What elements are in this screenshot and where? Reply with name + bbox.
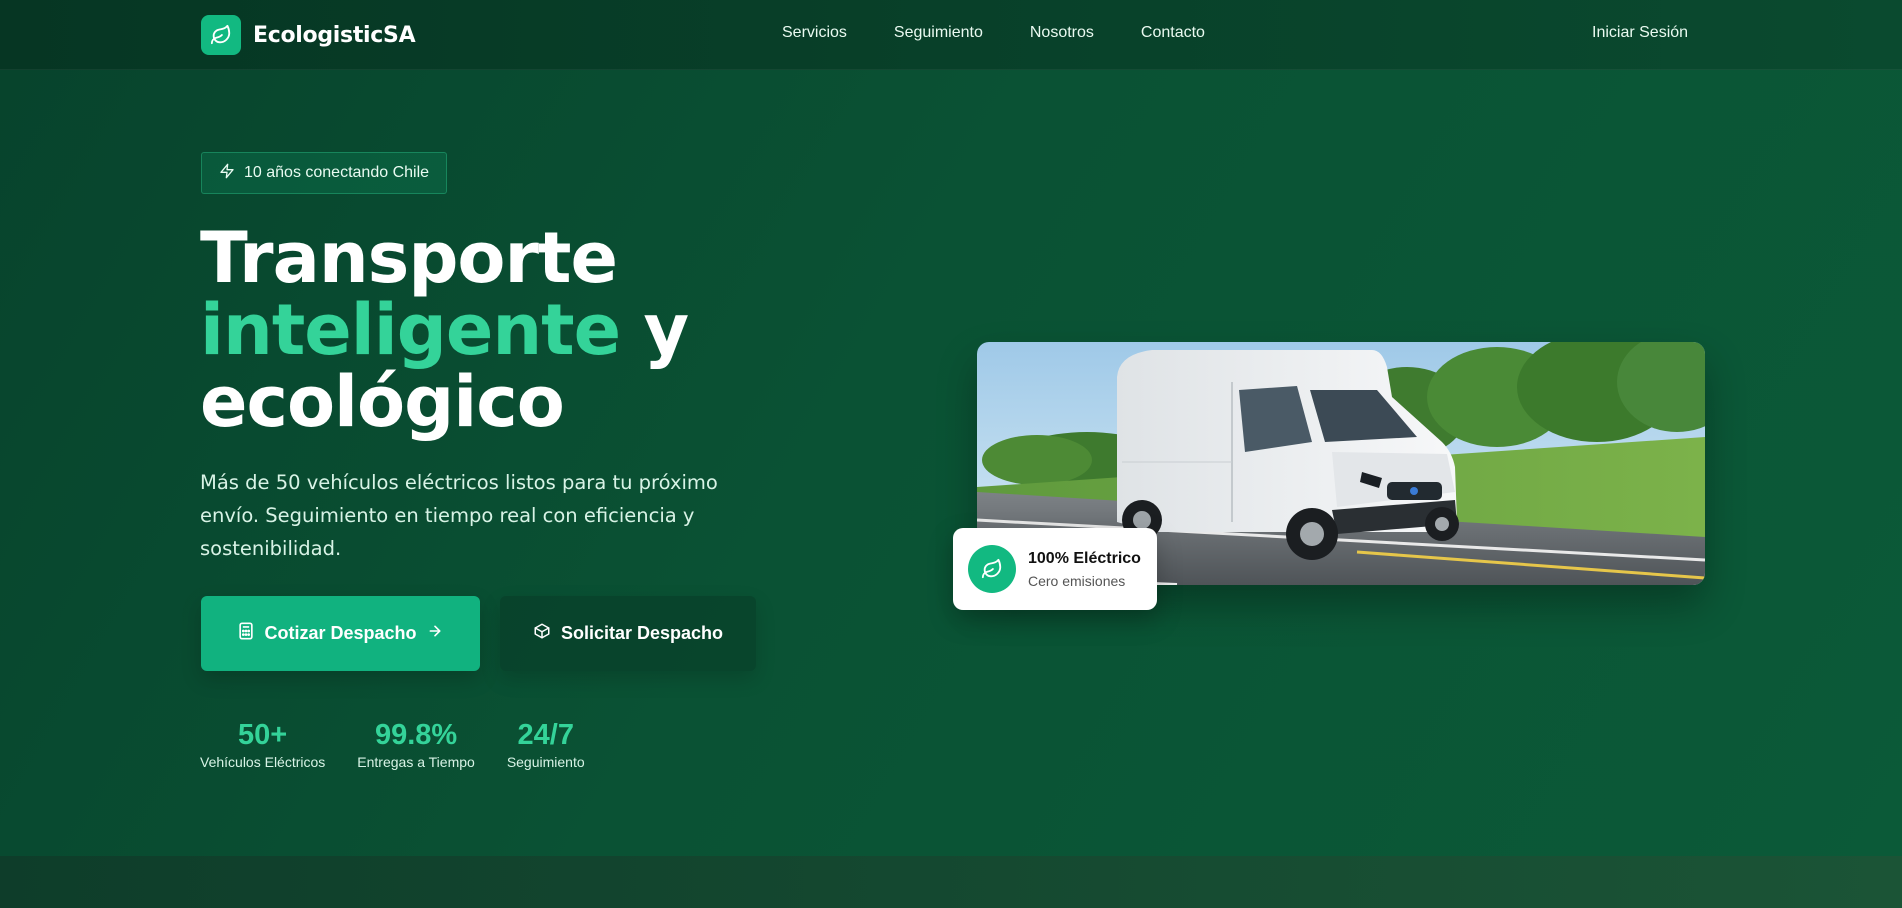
feature-card-subtitle: Cero emisiones xyxy=(1028,572,1126,589)
stat-label: Seguimiento xyxy=(506,754,585,770)
brand-name: EcologisticSA xyxy=(253,22,416,48)
hero-headline: Transporte inteligente y ecológico xyxy=(200,222,840,438)
stat-on-time: 99.8% Entregas a Tiempo xyxy=(357,718,475,770)
stat-label: Vehículos Eléctricos xyxy=(200,754,326,770)
nav-link-contacto[interactable]: Contacto xyxy=(1141,24,1205,42)
headline-line-1: Transporte xyxy=(200,217,618,299)
request-shipment-label: Solicitar Despacho xyxy=(560,623,724,643)
stat-value: 99.8% xyxy=(374,719,458,751)
top-navbar: EcologisticSA Servicios Seguimiento Noso… xyxy=(0,0,1902,70)
quote-shipment-label: Cotizar Despacho xyxy=(264,623,417,643)
stat-value: 50+ xyxy=(238,719,288,751)
headline-accent: inteligente xyxy=(200,289,621,371)
nav-link-nosotros[interactable]: Nosotros xyxy=(1030,24,1094,42)
hero-subtitle: Más de 50 vehículos eléctricos listos pa… xyxy=(200,471,718,560)
login-link[interactable]: Iniciar Sesión xyxy=(1592,24,1688,42)
calculator-icon xyxy=(238,622,254,645)
box-icon xyxy=(533,622,551,645)
headline-connector: y xyxy=(620,289,689,371)
badge-text: 10 años conectando Chile xyxy=(244,164,430,181)
stat-label: Entregas a Tiempo xyxy=(357,754,475,770)
next-section-edge xyxy=(0,856,1902,908)
bolt-icon xyxy=(219,163,235,184)
nav-link-servicios[interactable]: Servicios xyxy=(782,24,847,42)
hero-stats: 50+ Vehículos Eléctricos 99.8% Entregas … xyxy=(200,718,585,770)
experience-badge: 10 años conectando Chile xyxy=(201,152,448,194)
stat-value: 24/7 xyxy=(517,719,574,751)
stat-vehicles: 50+ Vehículos Eléctricos xyxy=(200,718,325,770)
nav-link-seguimiento[interactable]: Seguimiento xyxy=(894,24,983,42)
quote-shipment-button[interactable]: Cotizar Despacho xyxy=(201,596,480,671)
stat-tracking: 24/7 Seguimiento xyxy=(507,718,585,770)
leaf-icon xyxy=(968,545,1016,593)
brand-logo[interactable]: EcologisticSA xyxy=(201,15,416,55)
feature-card-text: 100% Eléctrico Cero emisiones xyxy=(1028,550,1141,589)
headline-line-3: ecológico xyxy=(200,361,565,443)
arrow-right-icon xyxy=(427,623,443,644)
leaf-icon xyxy=(201,15,241,55)
feature-card-title: 100% Eléctrico xyxy=(1028,549,1141,567)
request-shipment-button[interactable]: Solicitar Despacho xyxy=(500,596,756,671)
electric-feature-card: 100% Eléctrico Cero emisiones xyxy=(953,528,1157,610)
nav-links: Servicios Seguimiento Nosotros Contacto xyxy=(782,24,1205,42)
